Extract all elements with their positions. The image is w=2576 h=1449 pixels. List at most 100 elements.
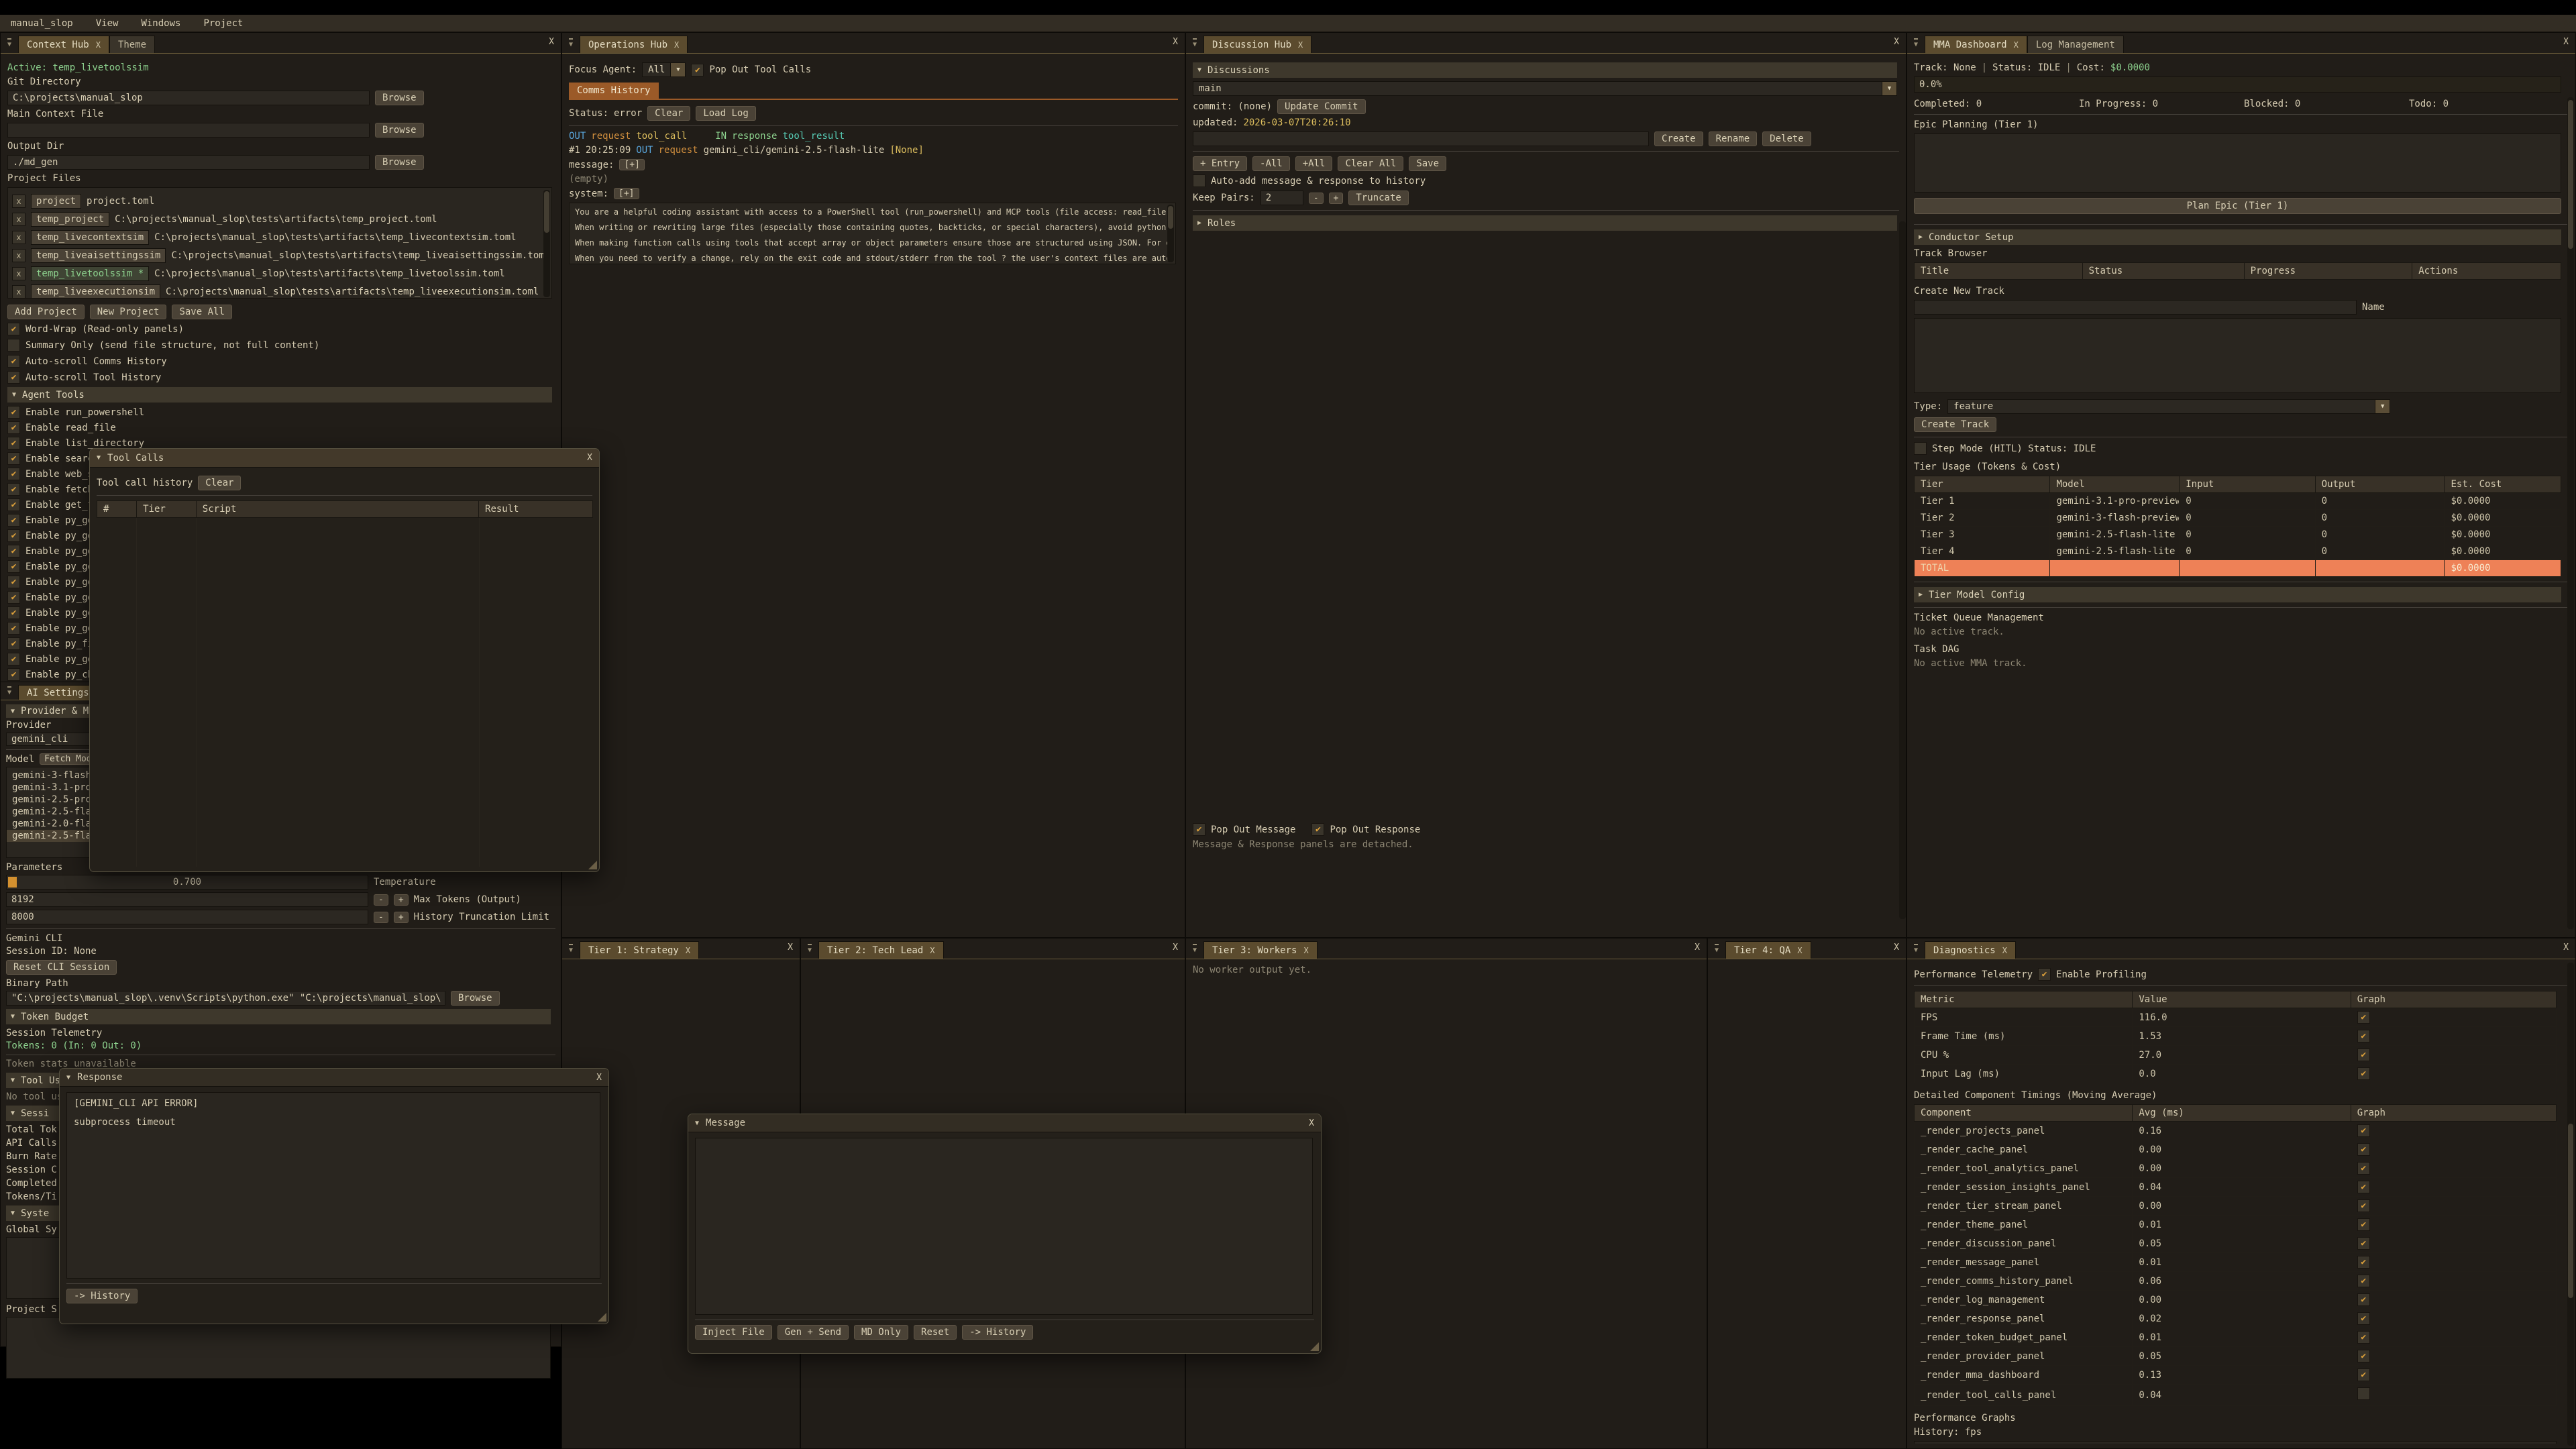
message-to-history-button[interactable]: -> History (962, 1325, 1033, 1340)
tab-close-icon[interactable]: X (1797, 946, 1802, 955)
slider-grab[interactable] (8, 877, 17, 888)
keep-pairs-input[interactable]: 2 (1260, 191, 1303, 205)
tab-close-icon[interactable]: X (2002, 946, 2007, 955)
close-icon[interactable]: X (1894, 943, 1899, 953)
create-button[interactable]: Create (1654, 131, 1703, 146)
window-menu-icon[interactable]: ▼ (1186, 33, 1203, 53)
collapse-icon[interactable]: ▼ (97, 454, 101, 462)
tier-model-config-header[interactable]: ▶Tier Model Config (1914, 587, 2561, 602)
graph-checkbox[interactable]: ✔ (2357, 1067, 2370, 1080)
clear-button[interactable]: Clear (647, 106, 690, 121)
expand-all-button[interactable]: +All (1295, 156, 1333, 171)
graph-checkbox[interactable]: ✔ (2357, 1331, 2370, 1344)
comms-entry[interactable]: #1 20:25:09 OUT request gemini_cli/gemin… (569, 145, 1178, 156)
load-log-button[interactable]: Load Log (696, 106, 755, 121)
close-icon[interactable]: X (596, 1073, 602, 1083)
md-only-button[interactable]: MD Only (854, 1325, 908, 1340)
tab-tier4-qa[interactable]: Tier 4: QAX (1725, 941, 1811, 959)
new-project-button[interactable]: New Project (90, 305, 167, 319)
list-item[interactable]: xtemp_livecontextsimC:\projects\manual_s… (12, 230, 547, 245)
response-to-history-button[interactable]: -> History (66, 1289, 138, 1303)
output-dir-input[interactable]: ./md_gen (7, 155, 370, 170)
list-item[interactable]: xtemp_projectC:\projects\manual_slop\tes… (12, 212, 547, 227)
checkbox[interactable]: ✔ (7, 355, 20, 368)
resize-grip[interactable] (1310, 1342, 1319, 1351)
inject-file-button[interactable]: Inject File (695, 1325, 772, 1340)
binary-path-input[interactable]: "C:\projects\manual_slop\.venv\Scripts\p… (6, 991, 445, 1006)
mma-scrollbar[interactable] (2567, 97, 2574, 929)
graph-checkbox[interactable]: ✔ (2357, 1143, 2370, 1156)
close-icon[interactable]: X (2563, 943, 2569, 953)
remove-project-button[interactable]: x (12, 285, 25, 299)
list-item[interactable]: xprojectproject.toml (12, 194, 547, 209)
message-textarea[interactable] (695, 1138, 1313, 1315)
system-preview-scrollbar[interactable] (1167, 205, 1174, 262)
agent-tool-toggle[interactable]: ✔Enable read_file (7, 421, 554, 434)
tab-mma-dashboard[interactable]: MMA DashboardX (1925, 36, 2027, 53)
main-context-file-input[interactable] (7, 123, 370, 138)
discussion-scrollbar[interactable] (1899, 221, 1906, 919)
clear-all-button[interactable]: Clear All (1338, 156, 1403, 171)
roles-header[interactable]: ▶Roles (1193, 215, 1897, 231)
tab-close-icon[interactable]: X (1298, 40, 1303, 50)
list-item[interactable]: xtemp_liveaisettingssimC:\projects\manua… (12, 248, 547, 263)
graph-checkbox[interactable]: ✔ (2357, 1256, 2370, 1269)
chevron-down-icon[interactable]: ▼ (671, 62, 686, 77)
enable-profiling-checkbox[interactable]: ✔ (2038, 968, 2051, 981)
window-menu-icon[interactable]: ▼ (1907, 938, 1925, 959)
discussion-combo[interactable]: main ▼ (1193, 81, 1897, 96)
graph-checkbox[interactable]: ✔ (2357, 1011, 2370, 1024)
plus-button[interactable]: + (394, 912, 409, 923)
clear-button[interactable]: Clear (198, 476, 241, 490)
message-window[interactable]: ▼ Message X Inject File Gen + Send MD On… (688, 1114, 1322, 1354)
reset-cli-session-button[interactable]: Reset CLI Session (6, 960, 117, 975)
graph-checkbox[interactable]: ✔ (2357, 1293, 2370, 1306)
tab-close-icon[interactable]: X (686, 946, 690, 955)
track-description-textarea[interactable] (1914, 318, 2561, 393)
resize-grip[interactable] (588, 861, 597, 869)
auto-add-option[interactable]: Auto-add message & response to history (1193, 174, 1899, 187)
max-tokens-input[interactable]: 8192 (6, 892, 368, 907)
graph-checkbox[interactable]: ✔ (2357, 1350, 2370, 1362)
close-icon[interactable]: X (1695, 943, 1700, 953)
pop-out-response-checkbox[interactable]: ✔ (1311, 823, 1324, 836)
graph-checkbox[interactable]: ✔ (2357, 1049, 2370, 1061)
tab-close-icon[interactable]: X (1303, 946, 1308, 955)
remove-project-button[interactable]: x (12, 195, 25, 208)
window-menu-icon[interactable]: ▼ (801, 938, 818, 959)
tool-calls-titlebar[interactable]: ▼ Tool Calls X (90, 449, 599, 468)
graph-checkbox[interactable]: ✔ (2357, 1124, 2370, 1137)
graph-checkbox[interactable]: ✔ (2357, 1275, 2370, 1287)
delete-button[interactable]: Delete (1762, 131, 1811, 146)
close-icon[interactable]: X (1173, 37, 1178, 47)
checkbox[interactable]: ✔ (7, 371, 20, 384)
truncate-button[interactable]: Truncate (1348, 191, 1408, 205)
collapse-icon[interactable]: ▼ (695, 1120, 699, 1127)
tab-tier3-workers[interactable]: Tier 3: WorkersX (1203, 941, 1318, 959)
graph-checkbox[interactable]: ✔ (2357, 1237, 2370, 1250)
menu-app[interactable]: manual_slop (11, 18, 73, 29)
git-browse-button[interactable]: Browse (375, 91, 424, 105)
tab-theme[interactable]: Theme (109, 36, 155, 53)
window-menu-icon[interactable]: ▼ (562, 33, 580, 53)
discussion-name-input[interactable] (1193, 131, 1649, 146)
agent-tools-header[interactable]: ▼Agent Tools (7, 387, 552, 402)
graph-checkbox[interactable]: ✔ (2357, 1218, 2370, 1231)
minus-button[interactable]: - (1309, 193, 1324, 204)
response-window[interactable]: ▼ Response X [GEMINI_CLI API ERROR] subp… (59, 1068, 609, 1324)
window-menu-icon[interactable]: ▼ (1907, 33, 1925, 53)
tab-close-icon[interactable]: X (2014, 40, 2019, 50)
update-commit-button[interactable]: Update Commit (1277, 99, 1366, 114)
minus-button[interactable]: - (374, 912, 388, 923)
expand-message-button[interactable]: [+] (619, 159, 644, 170)
summary-only-option[interactable]: Summary Only (send file structure, not f… (7, 339, 554, 352)
close-icon[interactable]: X (587, 453, 592, 463)
track-type-combo[interactable]: feature ▼ (1947, 399, 2390, 414)
plus-button[interactable]: + (394, 894, 409, 906)
word-wrap-option[interactable]: ✔Word-Wrap (Read-only panels) (7, 323, 554, 335)
plus-button[interactable]: + (1329, 193, 1344, 204)
pop-out-tool-calls-checkbox[interactable]: ✔ (691, 64, 704, 76)
tab-close-icon[interactable]: X (930, 946, 934, 955)
checkbox[interactable] (7, 339, 20, 352)
diagnostics-scrollbar[interactable] (2567, 963, 2574, 1446)
